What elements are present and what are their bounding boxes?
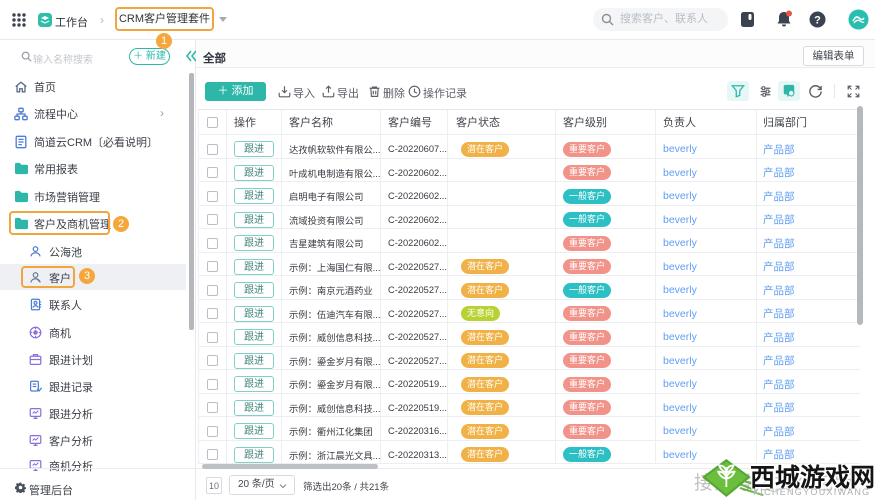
svg-text:?: ?	[814, 15, 821, 27]
